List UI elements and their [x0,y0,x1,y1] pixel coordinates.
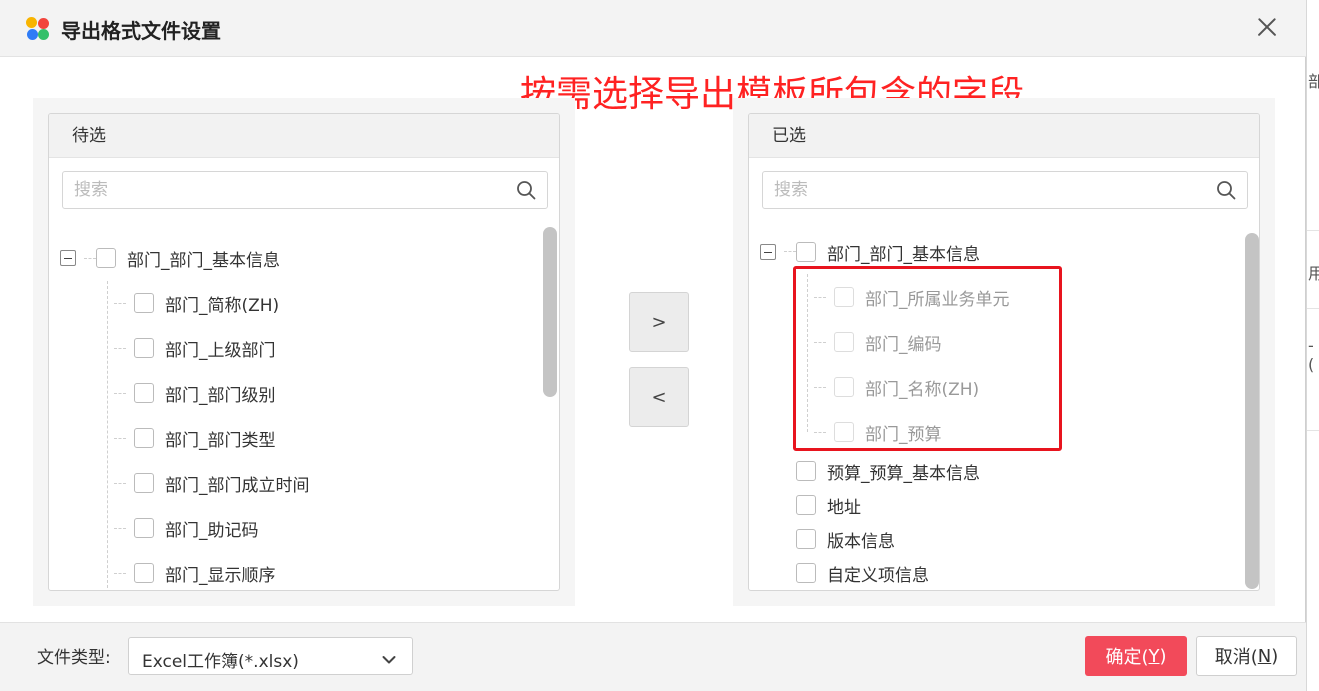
checkbox[interactable] [796,495,816,515]
tree-node-label: 地址 [827,497,861,518]
file-type-value: Excel工作簿(*.xlsx) [142,652,299,672]
checkbox[interactable] [134,338,154,358]
tree-guide-line [114,528,126,529]
tree-node-child[interactable]: 部门_简称(ZH) [134,288,279,318]
tree-guide-line [84,258,96,259]
file-type-label: 文件类型: [37,648,111,668]
tree-node-root[interactable]: 部门_部门_基本信息 [96,243,280,273]
selected-search-input[interactable] [774,180,1194,200]
checkbox[interactable] [134,293,154,313]
background-divider [1307,230,1319,231]
export-settings-dialog: 导出格式文件设置 按需选择导出模板所包含的字段 待选 部门_部门_基本信息 [0,0,1306,691]
close-icon[interactable] [1251,11,1283,43]
tree-node-child[interactable]: 部门_上级部门 [134,333,276,363]
tree-guide-line [784,251,796,252]
chevron-down-icon [382,650,396,664]
remove-from-selected-button[interactable]: < [629,367,689,427]
available-search-box [62,171,548,209]
tree-node-root[interactable]: 地址 [796,490,861,520]
checkbox[interactable] [134,473,154,493]
checkbox[interactable] [796,563,816,583]
tree-node-root[interactable]: 部门_部门_基本信息 [796,237,980,267]
search-icon[interactable] [516,180,536,200]
tree-node-label: 部门_部门级别 [165,385,276,406]
background-fragment: 用 [1308,264,1319,283]
tree-guide-line [114,438,126,439]
dialog-title: 导出格式文件设置 [61,19,221,43]
collapse-icon[interactable] [760,244,776,260]
tree-node-label: 部门_简称(ZH) [165,295,280,316]
add-to-selected-button[interactable]: > [629,292,689,352]
tree-guide-line [114,483,126,484]
dialog-footer: 文件类型: Excel工作簿(*.xlsx) 确定(Y) 取消(N) [0,622,1306,691]
tree-node-root[interactable]: 预算_预算_基本信息 [796,456,980,486]
tree-node-root[interactable]: 自定义项信息 [796,558,929,588]
cancel-button[interactable]: 取消(N) [1196,636,1297,676]
app-logo-icon [26,17,50,41]
tree-node-label: 预算_预算_基本信息 [827,463,980,484]
tree-guide-line [107,281,108,590]
checkbox[interactable] [796,529,816,549]
tree-guide-line [114,348,126,349]
cancel-button-label-end: ) [1271,645,1279,667]
tree-node-label: 部门_部门成立时间 [165,475,310,496]
tree-node-child[interactable]: 部门_助记码 [134,513,259,543]
tree-node-child[interactable]: 部门_部门类型 [134,423,276,453]
dialog-titlebar: 导出格式文件设置 [0,0,1306,57]
selected-search-box [762,171,1248,209]
background-fragment: -( [1308,336,1315,374]
confirm-shortcut-key: Y [1148,645,1160,667]
tree-node-label: 版本信息 [827,531,895,552]
tree-node-label: 部门_部门类型 [165,430,276,451]
background-divider [1307,308,1319,309]
tree-guide-line [114,573,126,574]
checkbox[interactable] [134,383,154,403]
checkbox[interactable] [134,518,154,538]
search-icon[interactable] [1216,180,1236,200]
tree-node-child[interactable]: 部门_部门级别 [134,378,276,408]
tree-node-child[interactable]: 部门_显示顺序 [134,558,276,588]
tree-node-label: 部门_部门_基本信息 [127,250,280,271]
tree-node-label: 部门_部门_基本信息 [827,244,980,265]
checkbox[interactable] [96,248,116,268]
cancel-button-label: 取消( [1214,647,1258,668]
tree-node-root[interactable]: 版本信息 [796,524,895,554]
tree-node-label: 部门_助记码 [165,520,259,541]
tree-node-label: 自定义项信息 [827,565,929,586]
background-divider [1307,430,1319,431]
checkbox[interactable] [796,461,816,481]
checkbox[interactable] [134,428,154,448]
confirm-button[interactable]: 确定(Y) [1085,636,1187,676]
tree-guide-line [114,393,126,394]
selected-scrollbar[interactable] [1245,233,1259,589]
cancel-shortcut-key: N [1257,645,1272,667]
available-scrollbar[interactable] [543,227,557,397]
confirm-button-label: 确定( [1105,647,1149,668]
tree-node-child[interactable]: 部门_部门成立时间 [134,468,310,498]
tree-guide-line [114,303,126,304]
collapse-icon[interactable] [60,250,76,266]
available-fields-area: 待选 部门_部门_基本信息 部门_简称(ZH) 部 [33,98,575,606]
confirm-button-label-end: ) [1159,645,1167,667]
checkbox[interactable] [796,242,816,262]
available-fields-panel: 待选 部门_部门_基本信息 部门_简称(ZH) 部 [48,113,560,591]
background-fragment: 部 [1308,72,1319,91]
checkbox[interactable] [134,563,154,583]
annotation-highlight-box [793,266,1062,451]
file-type-select[interactable]: Excel工作簿(*.xlsx) [128,637,413,675]
tree-node-label: 部门_上级部门 [165,340,276,361]
available-search-input[interactable] [74,180,494,200]
tree-node-label: 部门_显示顺序 [165,565,276,586]
available-panel-header: 待选 [49,114,559,158]
selected-panel-header: 已选 [749,114,1259,158]
